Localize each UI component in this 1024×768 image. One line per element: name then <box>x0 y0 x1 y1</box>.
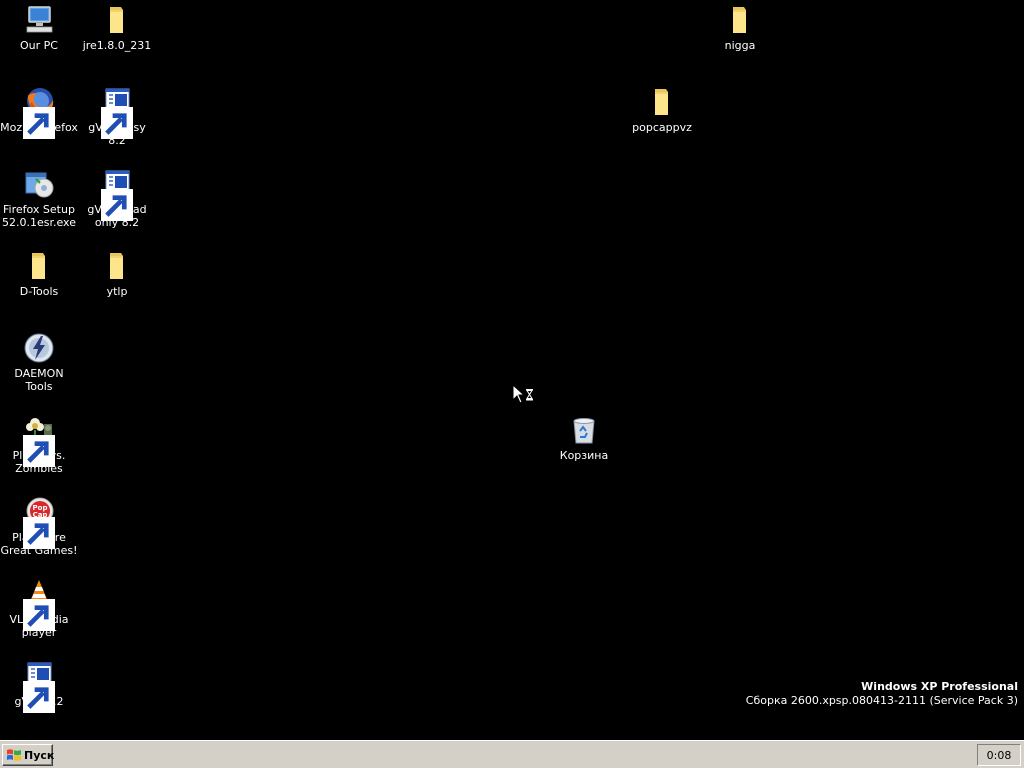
shortcut-arrow-icon <box>23 599 34 610</box>
icon-label: Корзина <box>559 449 609 462</box>
desktop[interactable]: Our PC Mozilla Firefox Firefox Setup 52.… <box>0 0 1024 740</box>
desktop-icon-gvim-read-only[interactable]: gVim Read only 8.2 <box>78 168 156 229</box>
system-tray: 0:08 <box>977 744 1021 766</box>
desktop-icon-recycle-bin[interactable]: Корзина <box>545 414 623 462</box>
folder-icon <box>101 250 133 282</box>
os-version-watermark: Windows XP Professional Сборка 2600.xpsp… <box>746 680 1018 708</box>
desktop-icon-our-pc[interactable]: Our PC <box>0 4 78 52</box>
gvim-icon <box>101 168 133 200</box>
desktop-icon-gvim-easy[interactable]: gVim Easy 8.2 <box>78 86 156 147</box>
icon-label: DAEMON Tools <box>14 367 64 393</box>
shortcut-arrow-icon <box>23 681 34 692</box>
busy-cursor-icon <box>512 383 536 406</box>
desktop-icon-play-more-great-games[interactable]: Pop Cap Play More Great Games! <box>0 496 78 557</box>
clock[interactable]: 0:08 <box>987 749 1012 762</box>
desktop-icon-ytlp-folder[interactable]: ytlp <box>78 250 156 298</box>
icon-label: ytlp <box>106 285 128 298</box>
shortcut-arrow-icon <box>101 189 112 200</box>
start-button[interactable]: Пуск <box>2 744 55 766</box>
shortcut-arrow-icon <box>101 107 112 118</box>
folder-icon <box>724 4 756 36</box>
installer-icon <box>23 168 55 200</box>
popcap-icon: Pop Cap <box>23 496 55 528</box>
taskbar: Пуск 0:08 <box>0 740 1024 768</box>
icon-label: nigga <box>724 39 756 52</box>
gvim-icon <box>23 660 55 692</box>
folder-icon <box>646 86 678 118</box>
desktop-icon-plants-vs-zombies[interactable]: Plants vs. Zombies <box>0 414 78 475</box>
desktop-icon-daemon-tools[interactable]: DAEMON Tools <box>0 332 78 393</box>
firefox-icon <box>23 86 55 118</box>
plants-vs-zombies-icon <box>23 414 55 446</box>
start-label: Пуск <box>24 748 55 762</box>
shortcut-arrow-icon <box>23 435 34 446</box>
folder-icon <box>101 4 133 36</box>
icon-label: popcappvz <box>632 121 692 134</box>
windows-logo-icon <box>6 748 22 762</box>
desktop-icon-jre-folder[interactable]: jre1.8.0_231 <box>78 4 156 52</box>
desktop-icon-nigga-folder[interactable]: nigga <box>701 4 779 52</box>
icon-label: D-Tools <box>19 285 59 298</box>
desktop-icon-firefox[interactable]: Mozilla Firefox <box>0 86 78 134</box>
gvim-icon <box>101 86 133 118</box>
desktop-icon-firefox-setup[interactable]: Firefox Setup 52.0.1esr.exe <box>0 168 78 229</box>
desktop-icon-vlc[interactable]: VLC media player <box>0 578 78 639</box>
vlc-cone-icon <box>23 578 55 610</box>
desktop-icon-popcappvz-folder[interactable]: popcappvz <box>623 86 701 134</box>
desktop-icon-gvim[interactable]: gVim 8.2 <box>0 660 78 708</box>
daemon-tools-icon <box>23 332 55 364</box>
icon-label: Our PC <box>20 39 58 52</box>
computer-icon <box>23 4 55 36</box>
shortcut-arrow-icon <box>23 517 34 528</box>
desktop-icon-d-tools-folder[interactable]: D-Tools <box>0 250 78 298</box>
icon-label: Firefox Setup 52.0.1esr.exe <box>1 203 76 229</box>
folder-icon <box>23 250 55 282</box>
os-name: Windows XP Professional <box>861 680 1018 693</box>
icon-label: jre1.8.0_231 <box>82 39 152 52</box>
os-build: Сборка 2600.xpsp.080413-2111 (Service Pa… <box>745 694 1018 707</box>
recycle-bin-icon <box>568 414 600 446</box>
shortcut-arrow-icon <box>23 107 34 118</box>
